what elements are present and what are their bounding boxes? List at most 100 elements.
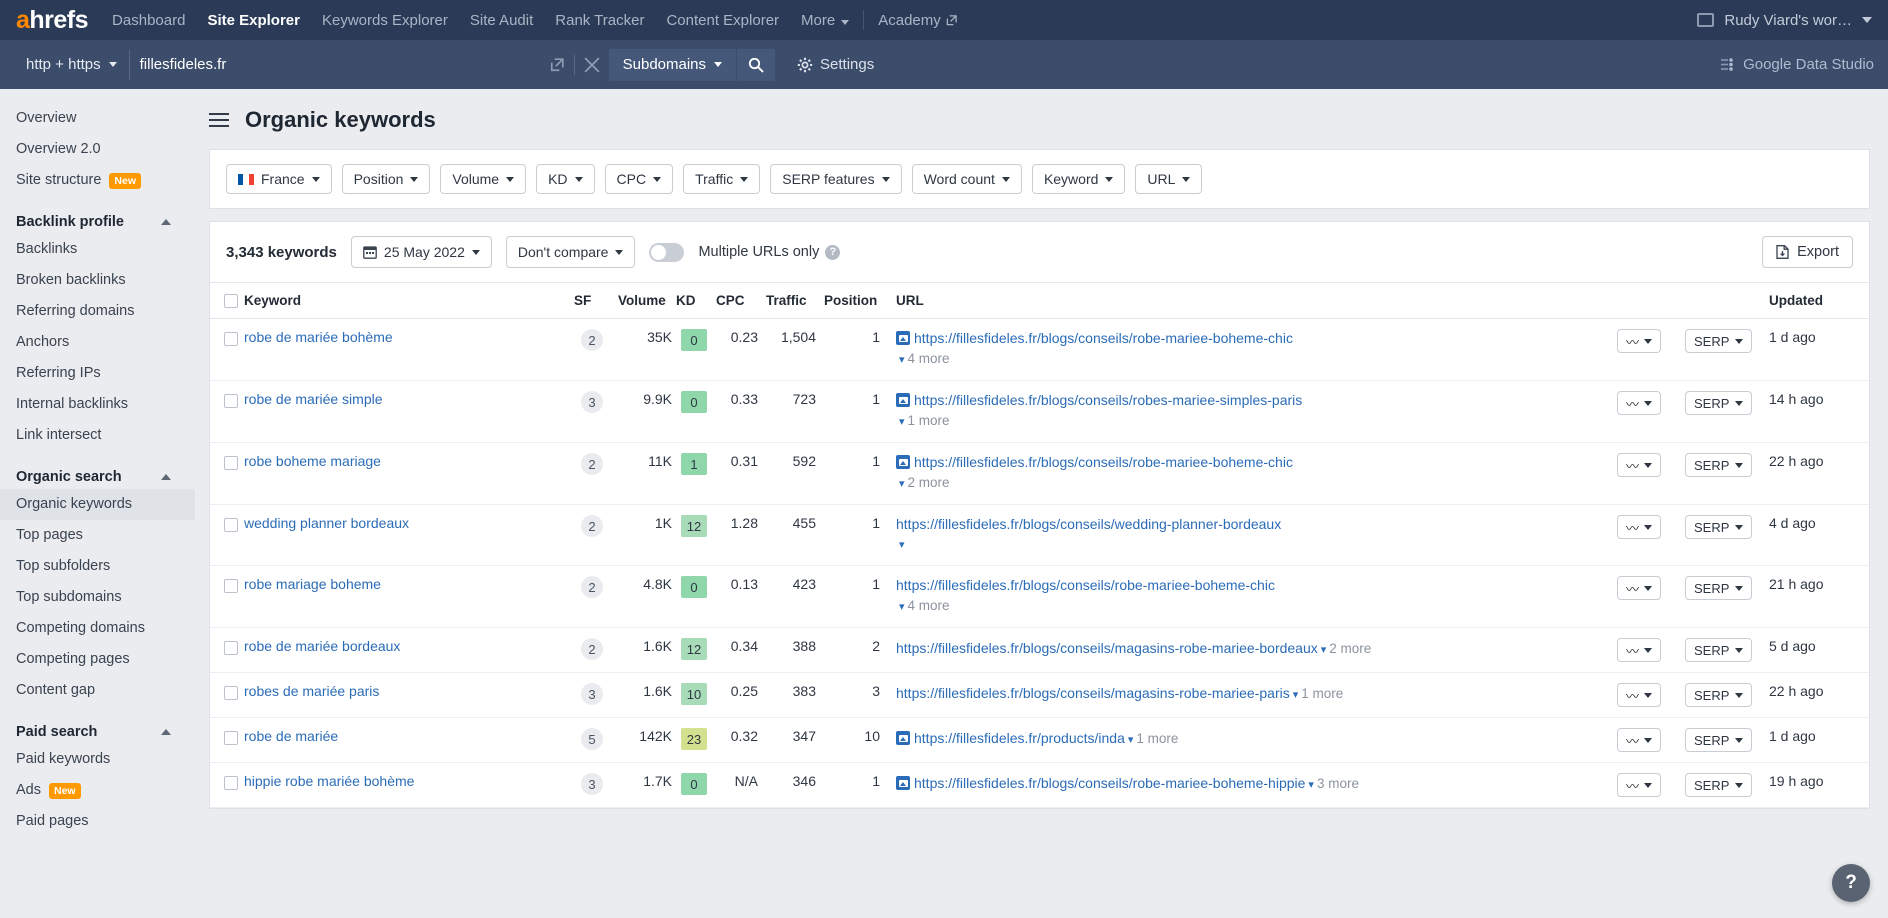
date-picker-button[interactable]: 25 May 2022 <box>350 236 492 268</box>
sidebar-item-link-intersect[interactable]: Link intersect <box>0 420 195 451</box>
nav-link-site-explorer[interactable]: Site Explorer <box>207 12 300 29</box>
row-checkbox[interactable] <box>224 640 238 655</box>
sidebar-item-backlinks[interactable]: Backlinks <box>0 234 195 265</box>
sidebar-item-anchors[interactable]: Anchors <box>0 327 195 358</box>
nav-link-dashboard[interactable]: Dashboard <box>112 12 185 29</box>
table-row[interactable]: hippie robe mariée bohème 3 1.7K 0 N/A 346 1 ht… <box>210 762 1869 809</box>
position-chart-button[interactable]: 〰 <box>1617 638 1662 663</box>
multiple-urls-toggle[interactable] <box>649 242 685 262</box>
url-link[interactable]: https://fillesfideles.fr/blogs/conseils/… <box>914 775 1305 791</box>
url-link[interactable]: https://fillesfideles.fr/products/inda <box>914 730 1125 746</box>
nav-link-more[interactable]: More <box>801 12 850 29</box>
url-link[interactable]: https://fillesfideles.fr/blogs/conseils/… <box>914 454 1293 470</box>
more-urls-label[interactable]: 1 more <box>908 411 950 430</box>
filter-keyword[interactable]: Keyword <box>1031 164 1126 194</box>
filter-france[interactable]: France <box>226 164 332 194</box>
keyword-link[interactable]: robe mariage boheme <box>244 576 381 592</box>
help-icon[interactable]: ? <box>825 244 841 260</box>
url-link[interactable]: https://fillesfideles.fr/blogs/conseils/… <box>914 392 1302 408</box>
url-link[interactable]: https://fillesfideles.fr/blogs/conseils/… <box>896 577 1275 593</box>
expand-urls-icon[interactable]: ▾ <box>1321 644 1327 656</box>
sidebar-item-competing-domains[interactable]: Competing domains <box>0 613 195 644</box>
position-chart-button[interactable]: 〰 <box>1617 683 1662 708</box>
col-volume[interactable]: Volume <box>614 283 676 320</box>
row-checkbox[interactable] <box>224 393 238 408</box>
keyword-link[interactable]: robes de mariée paris <box>244 683 379 699</box>
position-chart-button[interactable]: 〰 <box>1617 773 1662 798</box>
open-target-icon[interactable] <box>540 50 574 80</box>
more-urls-label[interactable]: 1 more <box>1301 684 1343 703</box>
position-chart-button[interactable]: 〰 <box>1617 329 1662 354</box>
expand-urls-icon[interactable]: ▾ <box>899 539 905 551</box>
url-link[interactable]: https://fillesfideles.fr/blogs/conseils/… <box>896 640 1318 656</box>
settings-button[interactable]: Settings <box>797 56 874 73</box>
url-link[interactable]: https://fillesfideles.fr/blogs/conseils/… <box>914 330 1293 346</box>
expand-urls-icon[interactable]: ▾ <box>1293 689 1299 701</box>
sidebar-item-overview[interactable]: Overview <box>0 103 195 134</box>
sidebar-item-referring-domains[interactable]: Referring domains <box>0 296 195 327</box>
row-checkbox[interactable] <box>224 331 238 346</box>
nav-link-content-explorer[interactable]: Content Explorer <box>666 12 779 29</box>
col-position[interactable]: Position <box>820 283 892 320</box>
keyword-link[interactable]: robe de mariée bohème <box>244 329 393 345</box>
keyword-link[interactable]: robe de mariée bordeaux <box>244 638 400 654</box>
serp-button[interactable]: SERP <box>1685 391 1753 416</box>
sidebar-item-organic-keywords[interactable]: Organic keywords <box>0 489 195 520</box>
nav-link-keywords-explorer[interactable]: Keywords Explorer <box>322 12 448 29</box>
position-chart-button[interactable]: 〰 <box>1617 515 1662 540</box>
position-chart-button[interactable]: 〰 <box>1617 391 1662 416</box>
row-checkbox[interactable] <box>224 455 238 470</box>
clear-search-icon[interactable] <box>575 50 609 80</box>
url-link[interactable]: https://fillesfideles.fr/blogs/conseils/… <box>896 516 1281 532</box>
col-updated[interactable]: Updated <box>1765 283 1869 320</box>
table-row[interactable]: robe de mariée 5 142K 23 0.32 347 10 https://fi… <box>210 717 1869 764</box>
row-checkbox[interactable] <box>224 578 238 593</box>
expand-urls-icon[interactable]: ▾ <box>899 478 905 490</box>
expand-urls-icon[interactable]: ▾ <box>1128 734 1134 746</box>
position-chart-button[interactable]: 〰 <box>1617 728 1662 753</box>
col-url[interactable]: URL <box>892 283 1613 320</box>
url-link[interactable]: https://fillesfideles.fr/blogs/conseils/… <box>896 685 1290 701</box>
sidebar-group-paid-search[interactable]: Paid search <box>0 716 195 744</box>
table-row[interactable]: robe mariage boheme 2 4.8K 0 0.13 423 1 https:/… <box>210 565 1869 629</box>
table-row[interactable]: robe de mariée bohème 2 35K 0 0.23 1,504 1 http… <box>210 318 1869 382</box>
sidebar-item-paid-pages[interactable]: Paid pages <box>0 806 195 837</box>
sidebar-item-referring-ips[interactable]: Referring IPs <box>0 358 195 389</box>
keyword-link[interactable]: robe de mariée simple <box>244 391 383 407</box>
sidebar-group-backlink-profile[interactable]: Backlink profile <box>0 206 195 234</box>
google-data-studio-link[interactable]: Google Data Studio <box>1720 56 1874 73</box>
row-checkbox[interactable] <box>224 730 238 745</box>
filter-cpc[interactable]: CPC <box>604 164 674 194</box>
more-urls-label[interactable]: 4 more <box>908 349 950 368</box>
filter-position[interactable]: Position <box>341 164 431 194</box>
serp-button[interactable]: SERP <box>1685 329 1753 354</box>
select-all-checkbox[interactable] <box>224 294 238 309</box>
expand-urls-icon[interactable]: ▾ <box>1308 779 1314 791</box>
sidebar-item-content-gap[interactable]: Content gap <box>0 675 195 706</box>
ahrefs-logo[interactable]: ahrefs <box>16 7 89 33</box>
serp-button[interactable]: SERP <box>1685 576 1753 601</box>
expand-urls-icon[interactable]: ▾ <box>899 354 905 366</box>
target-url-input[interactable]: fillesfideles.fr <box>130 50 540 80</box>
sidebar-item-broken-backlinks[interactable]: Broken backlinks <box>0 265 195 296</box>
help-fab-button[interactable]: ? <box>1832 864 1870 902</box>
table-row[interactable]: robe de mariée simple 3 9.9K 0 0.33 723 1 https… <box>210 380 1869 444</box>
protocol-selector[interactable]: http + https <box>14 50 129 80</box>
filter-serp-features[interactable]: SERP features <box>770 164 902 194</box>
more-urls-label[interactable]: 1 more <box>1136 729 1178 748</box>
keyword-link[interactable]: wedding planner bordeaux <box>244 515 409 531</box>
sidebar-item-competing-pages[interactable]: Competing pages <box>0 644 195 675</box>
more-urls-label[interactable]: 2 more <box>1329 639 1371 658</box>
col-kd[interactable]: KD <box>676 283 712 320</box>
scope-selector[interactable]: Subdomains <box>608 48 737 81</box>
sidebar-item-top-pages[interactable]: Top pages <box>0 520 195 551</box>
sidebar-item-internal-backlinks[interactable]: Internal backlinks <box>0 389 195 420</box>
position-chart-button[interactable]: 〰 <box>1617 453 1662 478</box>
filter-kd[interactable]: KD <box>536 164 595 194</box>
serp-button[interactable]: SERP <box>1685 683 1753 708</box>
table-row[interactable]: robe boheme mariage 2 11K 1 0.31 592 1 https://… <box>210 442 1869 506</box>
keyword-link[interactable]: hippie robe mariée bohème <box>244 773 414 789</box>
filter-word-count[interactable]: Word count <box>911 164 1022 194</box>
col-cpc[interactable]: CPC <box>712 283 762 320</box>
sidebar-item-site-structure[interactable]: Site structure New <box>0 165 195 196</box>
